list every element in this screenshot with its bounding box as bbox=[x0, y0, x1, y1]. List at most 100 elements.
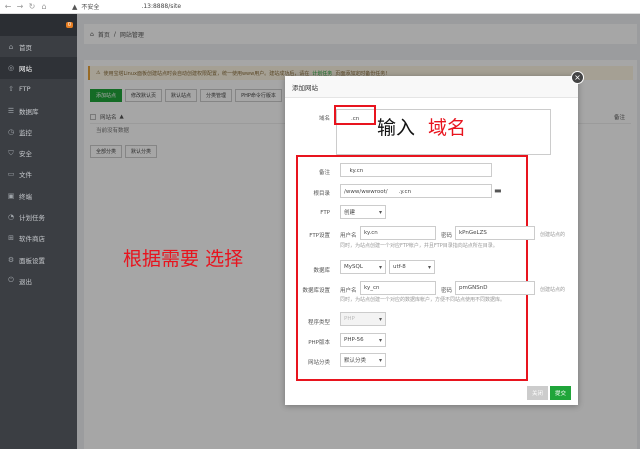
ftp-password-input[interactable]: kPnGeLZS bbox=[455, 226, 535, 240]
sidebar-item[interactable]: ⇧ FTP bbox=[0, 79, 77, 100]
ftp-label: FTP bbox=[320, 210, 330, 216]
address-bar[interactable]: ▲ 不安全 .13:8888/site bbox=[72, 2, 181, 12]
sidebar-item[interactable]: ⏻ 退出 bbox=[0, 270, 77, 291]
home-icon: ⌂ bbox=[8, 42, 14, 51]
domain-highlight-box bbox=[334, 105, 376, 125]
sidebar-item-label: 终端 bbox=[19, 192, 32, 201]
db-charset-value: utf-8 bbox=[393, 264, 406, 270]
sidebar-item[interactable]: ▭ 文件 bbox=[0, 164, 77, 185]
browser-toolbar: ← → ↻ ⌂ ▲ 不安全 .13:8888/site bbox=[0, 0, 640, 14]
sidebar-item-label: 数据库 bbox=[19, 107, 39, 116]
ftp-hint: 同时，为站点创建一个对应FTP帐户，并且FTP目录指向站点所在目录。 bbox=[340, 243, 498, 249]
notification-badge[interactable]: 0 bbox=[65, 22, 73, 28]
ftp-hint-right: 创建站点的 bbox=[540, 232, 566, 238]
sidebar-item[interactable]: ◷ 监控 bbox=[0, 121, 77, 142]
annotation-choose: 选择 bbox=[205, 248, 244, 270]
ftp-username-value: ky.cn bbox=[364, 230, 378, 236]
program-type-label: 程序类型 bbox=[307, 320, 330, 326]
home-icon[interactable]: ⌂ bbox=[38, 2, 50, 11]
sidebar-item[interactable]: ☰ 数据库 bbox=[0, 100, 77, 121]
program-type-value: PHP bbox=[344, 316, 355, 322]
forward-arrow-icon[interactable]: → bbox=[14, 2, 26, 11]
site-category-value: 默认分类 bbox=[344, 358, 367, 364]
db-type-select[interactable]: MySQL bbox=[340, 260, 386, 274]
sidebar-item[interactable]: ▣ 终端 bbox=[0, 185, 77, 206]
grid-icon: ⊞ bbox=[8, 234, 14, 243]
db-username-label: 用户名 bbox=[340, 288, 357, 294]
php-version-label: PHP版本 bbox=[308, 340, 330, 346]
db-password-value: pmGNSnD bbox=[459, 285, 488, 291]
db-password-label: 密码 bbox=[441, 288, 453, 294]
ftp-username-label: 用户名 bbox=[340, 233, 357, 239]
annotation-select: 根据需要 选择 bbox=[123, 244, 243, 271]
sidebar-item[interactable]: ⊞ 软件商店 bbox=[0, 228, 77, 249]
annotation-input: 输入 bbox=[377, 117, 416, 139]
db-username-value: ky_cn bbox=[364, 285, 380, 291]
site-category-label: 网站分类 bbox=[307, 360, 330, 366]
sidebar-item[interactable]: ◔ 计划任务 bbox=[0, 206, 77, 227]
security-label: 不安全 bbox=[81, 4, 100, 11]
reload-icon[interactable]: ↻ bbox=[26, 2, 38, 11]
php-version-select[interactable]: PHP-56 bbox=[340, 333, 386, 347]
domain-label: 域名 bbox=[318, 116, 330, 122]
close-button[interactable]: 关闭 bbox=[527, 386, 548, 400]
terminal-icon: ▣ bbox=[7, 191, 15, 200]
monitor-icon: ◷ bbox=[7, 127, 15, 136]
sidebar-item-label: 软件商店 bbox=[19, 235, 45, 244]
root-input[interactable]: /www/wwwroot/ .y.cn bbox=[340, 184, 492, 198]
db-password-input[interactable]: pmGNSnD bbox=[455, 281, 535, 295]
sidebar-item[interactable]: ⛉ 安全 bbox=[0, 142, 77, 163]
site-category-select[interactable]: 默认分类 bbox=[340, 353, 386, 367]
sidebar-item-label: 面板设置 bbox=[19, 256, 45, 265]
sidebar-item-label: 文件 bbox=[19, 171, 32, 180]
sidebar-item-label: 监控 bbox=[19, 128, 32, 137]
folder-icon: ▭ bbox=[7, 170, 15, 179]
db-hint: 同时，为站点创建一个对应的数据库帐户，方便不同站点使用不同数据库。 bbox=[340, 297, 506, 303]
annotation-as-needed: 根据需要 bbox=[123, 248, 200, 270]
shield-icon: ⛉ bbox=[8, 148, 14, 157]
remark-label: 备注 bbox=[318, 170, 330, 176]
sidebar-item-label: 退出 bbox=[19, 277, 32, 286]
db-hint-right: 创建站点的 bbox=[540, 287, 566, 293]
php-version-value: PHP-56 bbox=[344, 337, 364, 343]
db-username-input[interactable]: ky_cn bbox=[360, 281, 436, 295]
db-label: 数据库 bbox=[313, 268, 330, 274]
dialog-title: 添加网站 bbox=[285, 76, 578, 98]
sidebar-item-label: 安全 bbox=[19, 150, 32, 159]
gear-icon: ⚙ bbox=[7, 255, 15, 264]
program-type-select: PHP bbox=[340, 312, 386, 326]
sidebar-header: 0 bbox=[0, 14, 77, 36]
back-arrow-icon[interactable]: ← bbox=[2, 2, 14, 11]
clock-icon: ◔ bbox=[7, 213, 15, 222]
root-label: 根目录 bbox=[313, 191, 330, 197]
ftp-setting-label: FTP设置 bbox=[309, 233, 330, 239]
database-icon: ☰ bbox=[7, 106, 15, 115]
sidebar-item[interactable]: ⚙ 面板设置 bbox=[0, 249, 77, 270]
sidebar-item[interactable]: ◎ 网站 bbox=[0, 57, 77, 79]
close-icon[interactable]: × bbox=[571, 71, 584, 84]
sidebar-list: ⌂ 首页 ◎ 网站 ⇧ FTP ☰ 数据库 ◷ 监控 ⛉ 安全 ▭ 文件 ▣ 终端 ◔ 计划任务 ⊞ 软件商店 ⚙ 面板设… bbox=[0, 36, 77, 292]
sidebar: 0 ⌂ 首页 ◎ 网站 ⇧ FTP ☰ 数据库 ◷ 监控 ⛉ 安全 ▭ 文件 ▣ 终端 ◔ 计划任务 ⊞ 软件商店 ⚙ 面… bbox=[0, 14, 77, 449]
sidebar-item-label: FTP bbox=[19, 85, 31, 94]
sidebar-item-label: 网站 bbox=[19, 64, 32, 73]
sidebar-item-label: 计划任务 bbox=[19, 214, 45, 223]
db-setting-label: 数据库设置 bbox=[302, 288, 330, 294]
remark-input[interactable]: ky.cn bbox=[340, 163, 492, 177]
ftp-value: 创建 bbox=[344, 210, 356, 216]
upload-icon: ⇧ bbox=[8, 85, 14, 94]
db-type-value: MySQL bbox=[344, 264, 363, 270]
globe-icon: ◎ bbox=[7, 63, 15, 72]
db-charset-select[interactable]: utf-8 bbox=[389, 260, 435, 274]
folder-icon[interactable]: ▬ bbox=[494, 186, 502, 195]
ftp-password-label: 密码 bbox=[441, 233, 453, 239]
sidebar-item[interactable]: ⌂ 首页 bbox=[0, 36, 77, 57]
ftp-password-value: kPnGeLZS bbox=[459, 230, 487, 236]
annotation-domain: 域名 bbox=[428, 117, 467, 139]
remark-value: ky.cn bbox=[344, 168, 364, 174]
ftp-select[interactable]: 创建 bbox=[340, 205, 386, 219]
sidebar-item-label: 首页 bbox=[19, 43, 32, 52]
submit-button[interactable]: 提交 bbox=[550, 386, 571, 400]
logout-icon: ⏻ bbox=[8, 276, 14, 285]
ftp-username-input[interactable]: ky.cn bbox=[360, 226, 436, 240]
root-value: /www/wwwroot/ .y.cn bbox=[344, 189, 412, 195]
